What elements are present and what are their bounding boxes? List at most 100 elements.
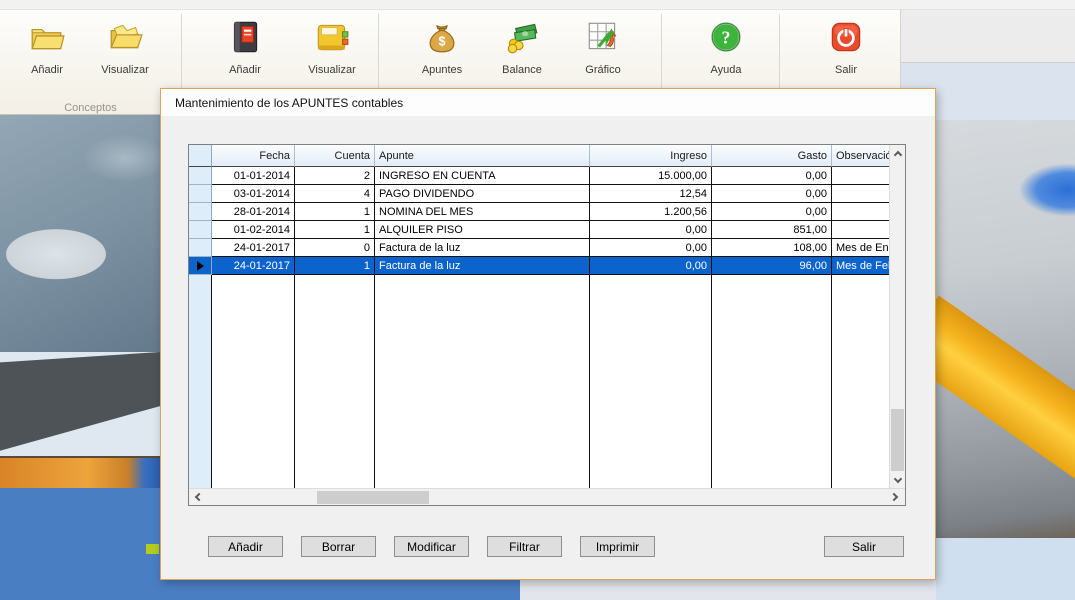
cell-ingreso: 12,54 (590, 185, 712, 203)
cell-cuenta: 2 (295, 167, 375, 185)
cell-apunte: INGRESO EN CUENTA (375, 167, 590, 185)
table-row[interactable]: 24-01-2017 0 Factura de la luz 0,00 108,… (189, 239, 905, 257)
table-row-selected[interactable]: 24-01-2017 1 Factura de la luz 0,00 96,0… (189, 257, 905, 275)
desktop-top-right (901, 10, 1075, 62)
cell-apunte: PAGO DIVIDENDO (375, 185, 590, 203)
cell-ingreso: 1.200,56 (590, 203, 712, 221)
wallpaper-orange-band (0, 456, 160, 490)
wallpaper-keyboard-photo (0, 115, 160, 355)
cell-gasto: 108,00 (712, 239, 832, 257)
apuntes-grid: Fecha Cuenta Apunte Ingreso Gasto Observ… (188, 144, 906, 506)
filtrar-button[interactable]: Filtrar (487, 536, 562, 557)
anadir-button[interactable]: Añadir (208, 536, 283, 557)
toolbar-button-label: Gráfico (585, 64, 621, 76)
row-selector (189, 239, 212, 257)
cell-ingreso: 0,00 (590, 221, 712, 239)
toolbar-button-apuntes[interactable]: $ Apuntes (404, 18, 480, 90)
wallpaper-blue-patch (996, 155, 1075, 225)
toolbar-group-caption: Conceptos (64, 102, 117, 114)
vertical-scrollbar[interactable] (889, 145, 905, 488)
toolbar-button-apuntes-anadir[interactable]: Añadir (207, 18, 283, 90)
cell-apunte: ALQUILER PISO (375, 221, 590, 239)
imprimir-button[interactable]: Imprimir (580, 536, 655, 557)
cell-observacion (832, 167, 889, 185)
cell-apunte: Factura de la luz (375, 257, 590, 275)
dialog-title-bar[interactable]: Mantenimiento de los APUNTES contables (161, 89, 935, 116)
toolbar-button-grafico[interactable]: Gráfico (565, 18, 641, 90)
column-header-apunte[interactable]: Apunte (375, 145, 590, 167)
cell-gasto: 0,00 (712, 185, 832, 203)
table-row[interactable]: 01-01-2014 2 INGRESO EN CUENTA 15.000,00… (189, 167, 905, 185)
row-selector (189, 167, 212, 185)
toolbar-button-label: Visualizar (308, 64, 356, 76)
toolbar-button-balance[interactable]: Balance (484, 18, 560, 90)
top-strip (0, 0, 1075, 10)
table-row[interactable]: 28-01-2014 1 NOMINA DEL MES 1.200,56 0,0… (189, 203, 905, 221)
grid-header-selector (189, 145, 212, 167)
folder-open-icon (106, 18, 144, 61)
cell-observacion (832, 203, 889, 221)
toolbar-button-label: Añadir (229, 64, 261, 76)
cell-fecha: 24-01-2017 (212, 239, 295, 257)
desktop-bottom-strip (520, 580, 936, 600)
vertical-scroll-thumb[interactable] (891, 409, 904, 471)
horizontal-scrollbar[interactable] (189, 488, 905, 505)
cell-cuenta: 1 (295, 203, 375, 221)
horizontal-scroll-thumb[interactable] (317, 491, 429, 504)
row-selector (189, 221, 212, 239)
wallpaper-pencil-photo (936, 120, 1075, 600)
chevron-right-icon (889, 492, 898, 502)
cell-fecha: 03-01-2014 (212, 185, 295, 203)
cell-observacion (832, 185, 889, 203)
cell-observacion: Mes de Febrero (832, 257, 889, 275)
column-header-fecha[interactable]: Fecha (212, 145, 295, 167)
column-header-ingreso[interactable]: Ingreso (590, 145, 712, 167)
cell-ingreso: 15.000,00 (590, 167, 712, 185)
salir-button[interactable]: Salir (824, 536, 904, 557)
svg-text:$: $ (438, 34, 445, 48)
cell-fecha: 24-01-2017 (212, 257, 295, 275)
borrar-button[interactable]: Borrar (301, 536, 376, 557)
chevron-left-icon (194, 492, 203, 502)
chevron-down-icon (893, 474, 903, 483)
cell-cuenta: 1 (295, 257, 375, 275)
toolbar-button-label: Ayuda (710, 64, 742, 76)
scroll-right-button[interactable] (887, 489, 903, 505)
column-header-gasto[interactable]: Gasto (712, 145, 832, 167)
toolbar-button-conceptos-anadir[interactable]: Añadir (9, 18, 85, 90)
logo-accent-square (146, 544, 159, 554)
money-bag-icon: $ (423, 18, 461, 61)
toolbar-button-salir[interactable]: Salir (808, 18, 884, 90)
cash-icon (503, 18, 541, 61)
grid-empty-area (189, 275, 889, 488)
folder-closed-icon (28, 18, 66, 61)
cell-apunte: Factura de la luz (375, 239, 590, 257)
cell-apunte: NOMINA DEL MES (375, 203, 590, 221)
toolbar-button-conceptos-visualizar[interactable]: Visualizar (87, 18, 163, 90)
row-selector (189, 185, 212, 203)
current-row-arrow-icon (196, 260, 204, 271)
modificar-button[interactable]: Modificar (394, 536, 469, 557)
table-row[interactable]: 01-02-2014 1 ALQUILER PISO 0,00 851,00 (189, 221, 905, 239)
toolbar-button-label: Apuntes (421, 64, 463, 76)
cell-gasto: 851,00 (712, 221, 832, 239)
toolbar-button-label: Balance (502, 64, 542, 76)
chevron-up-icon (893, 150, 903, 159)
binder-icon (226, 18, 264, 61)
column-header-observacion[interactable]: Observación (832, 145, 898, 167)
toolbar-button-apuntes-visualizar[interactable]: Visualizar (294, 18, 370, 90)
book-icon (313, 18, 351, 61)
row-selector (189, 257, 212, 275)
toolbar-button-label: Salir (834, 64, 857, 76)
cell-observacion (832, 221, 889, 239)
scroll-down-button[interactable] (890, 472, 906, 488)
wallpaper-pale-strip (936, 538, 1075, 600)
cell-cuenta: 4 (295, 185, 375, 203)
scroll-up-button[interactable] (890, 145, 906, 161)
column-header-cuenta[interactable]: Cuenta (295, 145, 375, 167)
toolbar-button-ayuda[interactable]: ? Ayuda (688, 18, 764, 90)
table-row[interactable]: 03-01-2014 4 PAGO DIVIDENDO 12,54 0,00 (189, 185, 905, 203)
cell-cuenta: 0 (295, 239, 375, 257)
chart-grid-icon (584, 18, 622, 61)
scroll-left-button[interactable] (189, 489, 205, 505)
